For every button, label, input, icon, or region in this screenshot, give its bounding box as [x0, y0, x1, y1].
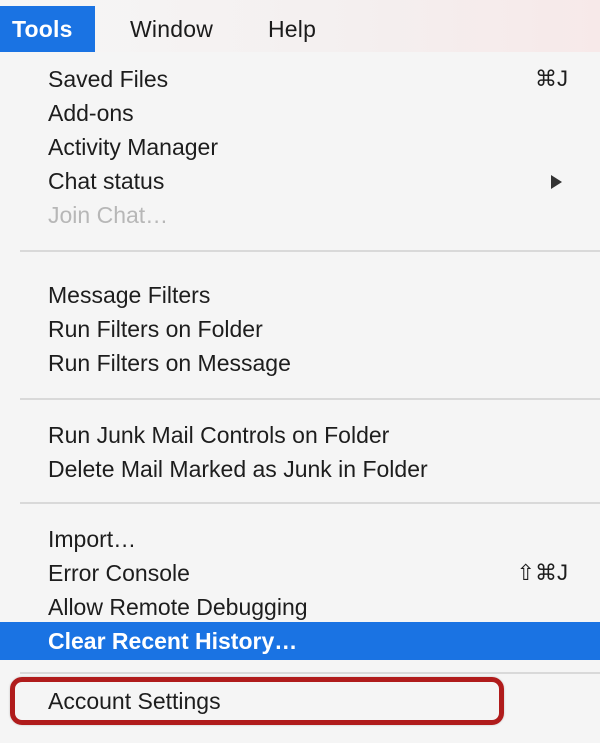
menu-item-run-filters-folder[interactable]: Run Filters on Folder: [0, 312, 600, 346]
menu-item-label: Allow Remote Debugging: [48, 594, 308, 620]
menu-separator: [20, 398, 600, 400]
shortcut-cmd-j: ⌘J: [535, 66, 568, 91]
menu-item-activity-manager[interactable]: Activity Manager: [0, 130, 600, 164]
menu-item-label: Chat status: [48, 168, 165, 194]
menu-item-message-filters[interactable]: Message Filters: [0, 278, 600, 312]
menu-item-label: Error Console: [48, 560, 190, 586]
menu-separator: [20, 250, 600, 252]
menu-separator: [20, 672, 600, 674]
menu-item-clear-recent-history[interactable]: Clear Recent History…: [0, 622, 600, 660]
menu-bar: Tools Window Help: [0, 0, 600, 60]
submenu-arrow-icon: [551, 175, 562, 189]
menu-item-run-filters-message[interactable]: Run Filters on Message: [0, 346, 600, 380]
menu-item-add-ons[interactable]: Add-ons: [0, 96, 600, 130]
menu-item-label: Run Filters on Message: [48, 350, 291, 376]
menu-item-join-chat: Join Chat…: [0, 198, 600, 232]
menu-item-label: Clear Recent History…: [48, 628, 298, 654]
menu-item-label: Run Filters on Folder: [48, 316, 263, 342]
menubar-tools[interactable]: Tools: [0, 6, 95, 52]
menu-item-label: Message Filters: [48, 282, 211, 308]
menu-item-error-console[interactable]: Error Console ⇧⌘J: [0, 556, 600, 590]
menu-item-label: Join Chat…: [48, 202, 169, 228]
menu-item-label: Add-ons: [48, 100, 134, 126]
menu-item-label: Delete Mail Marked as Junk in Folder: [48, 456, 428, 482]
menu-item-delete-junk[interactable]: Delete Mail Marked as Junk in Folder: [0, 452, 600, 486]
menu-item-label: Run Junk Mail Controls on Folder: [48, 422, 390, 448]
highlight-callout-box: [10, 677, 504, 725]
menu-item-import[interactable]: Import…: [0, 522, 600, 556]
menu-item-label: Activity Manager: [48, 134, 219, 160]
menubar-help[interactable]: Help: [268, 6, 316, 52]
menu-item-allow-remote-debugging[interactable]: Allow Remote Debugging: [0, 590, 600, 624]
menu-item-label: Saved Files: [48, 66, 169, 92]
menu-item-label: Import…: [48, 526, 137, 552]
shortcut-shift-cmd-j: ⇧⌘J: [516, 560, 568, 585]
menu-item-saved-files[interactable]: Saved Files ⌘J: [0, 62, 600, 96]
menubar-window[interactable]: Window: [130, 6, 213, 52]
menu-item-run-junk-controls[interactable]: Run Junk Mail Controls on Folder: [0, 418, 600, 452]
tools-menu: Saved Files ⌘J Add-ons Activity Manager …: [0, 52, 600, 743]
menu-item-chat-status[interactable]: Chat status: [0, 164, 600, 198]
menu-separator: [20, 502, 600, 504]
